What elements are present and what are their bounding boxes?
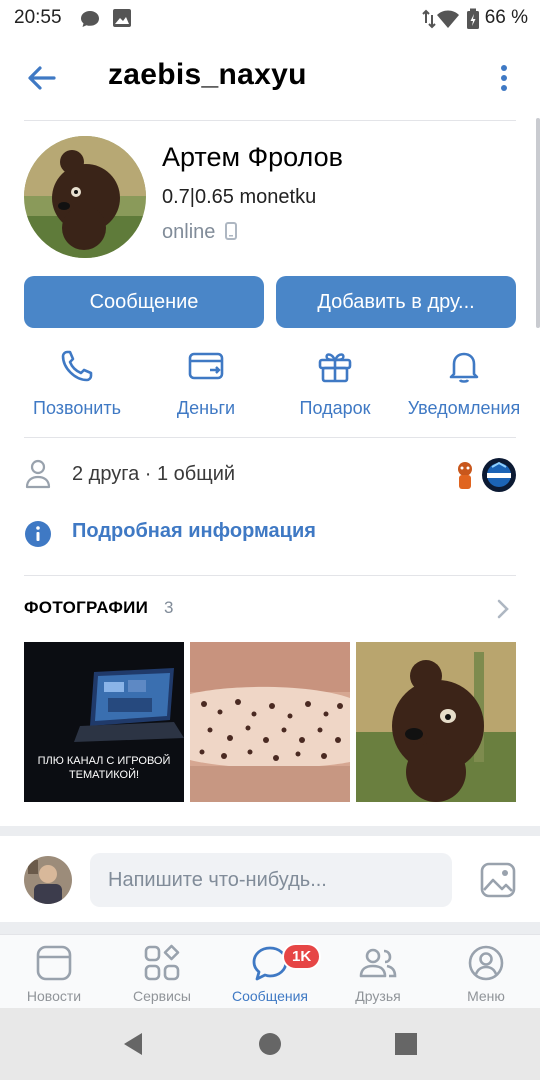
bell-icon — [449, 352, 479, 383]
action-money[interactable]: Деньги — [141, 346, 271, 426]
section-separator — [0, 826, 540, 836]
news-icon — [36, 945, 72, 981]
menu-profile-icon — [468, 945, 504, 981]
friend-avatar — [448, 458, 482, 492]
more-options-icon[interactable] — [494, 62, 514, 94]
info-divider — [24, 575, 516, 576]
my-avatar — [24, 856, 72, 904]
photos-title[interactable]: ФОТОГРАФИИ — [24, 598, 148, 618]
tab-services[interactable]: Сервисы — [108, 943, 216, 1007]
actions-divider — [24, 437, 516, 438]
back-arrow-icon[interactable] — [24, 60, 60, 96]
data-transfer-icon — [422, 9, 436, 29]
bottom-tab-bar: Новости Сервисы 1K Сообщения Друзья Меню — [0, 934, 540, 1009]
header-divider — [24, 120, 516, 121]
action-notifications[interactable]: Уведомления — [399, 346, 529, 426]
status-time: 20:55 — [14, 7, 62, 28]
image-notification-icon — [113, 9, 131, 27]
photo-caption: ПЛЮ КАНАЛ С ИГРОВОЙ ТЕМАТИКОЙ! — [37, 755, 171, 781]
chat-notification-icon — [81, 11, 99, 27]
online-status: online — [162, 221, 237, 244]
action-label: Деньги — [176, 398, 236, 418]
battery-percent: 66 % — [484, 7, 528, 28]
attach-photo-icon[interactable] — [478, 860, 518, 900]
services-icon — [144, 944, 180, 981]
action-call[interactable]: Позвонить — [12, 346, 142, 426]
action-label: Уведомления — [407, 398, 521, 418]
nav-back-icon[interactable] — [118, 1028, 150, 1060]
post-input[interactable]: Напишите что-нибудь... — [90, 853, 452, 907]
mobile-icon — [224, 222, 237, 240]
tab-news[interactable]: Новости — [0, 943, 108, 1007]
profile-status: 0.7|0.65 monetku — [162, 186, 317, 208]
tab-label: Меню — [467, 988, 505, 1004]
action-gift[interactable]: Подарок — [270, 346, 400, 426]
tab-messages[interactable]: 1K Сообщения — [216, 943, 324, 1007]
user-icon — [25, 459, 51, 489]
tab-label: Сообщения — [232, 988, 308, 1004]
system-nav-bar — [0, 1008, 540, 1080]
unread-badge: 1K — [282, 943, 322, 970]
wifi-icon — [437, 10, 459, 28]
battery-icon — [467, 8, 479, 29]
friends-icon — [359, 948, 397, 978]
info-icon — [25, 521, 51, 547]
status-bar: 20:55 66 % — [0, 0, 540, 38]
profile-name: Артем Фролов — [162, 142, 343, 172]
action-label: Позвонить — [33, 398, 121, 418]
page-title: zaebis_naxyu — [108, 58, 307, 91]
tab-label: Сервисы — [132, 988, 191, 1004]
add-friend-button[interactable]: Добавить в дру... — [276, 276, 516, 328]
friend-avatar — [482, 458, 516, 492]
tab-friends[interactable]: Друзья — [324, 943, 432, 1007]
chevron-right-icon[interactable] — [494, 598, 512, 620]
photo-thumbnail[interactable]: ПЛЮ КАНАЛ С ИГРОВОЙ ТЕМАТИКОЙ! — [24, 642, 184, 802]
money-icon — [188, 352, 224, 380]
tab-menu[interactable]: Меню — [432, 943, 540, 1007]
photo-thumbnail[interactable] — [190, 642, 350, 802]
profile-avatar[interactable] — [24, 136, 146, 258]
nav-recents-icon[interactable] — [390, 1028, 422, 1060]
photo-thumbnail[interactable] — [356, 642, 516, 802]
tab-label: Новости — [26, 988, 82, 1004]
message-button[interactable]: Сообщение — [24, 276, 264, 328]
phone-icon — [61, 350, 93, 382]
friends-count: 2 друга · 1 общий — [72, 463, 236, 485]
detailed-info-link[interactable]: Подробная информация — [72, 520, 316, 543]
tab-label: Друзья — [355, 988, 401, 1004]
photos-count: 3 — [164, 598, 174, 617]
section-separator — [0, 922, 540, 934]
scrollbar[interactable] — [536, 118, 540, 328]
action-label: Подарок — [299, 398, 371, 418]
gift-icon — [318, 353, 352, 383]
online-label: online — [162, 221, 216, 243]
nav-home-icon[interactable] — [254, 1028, 286, 1060]
